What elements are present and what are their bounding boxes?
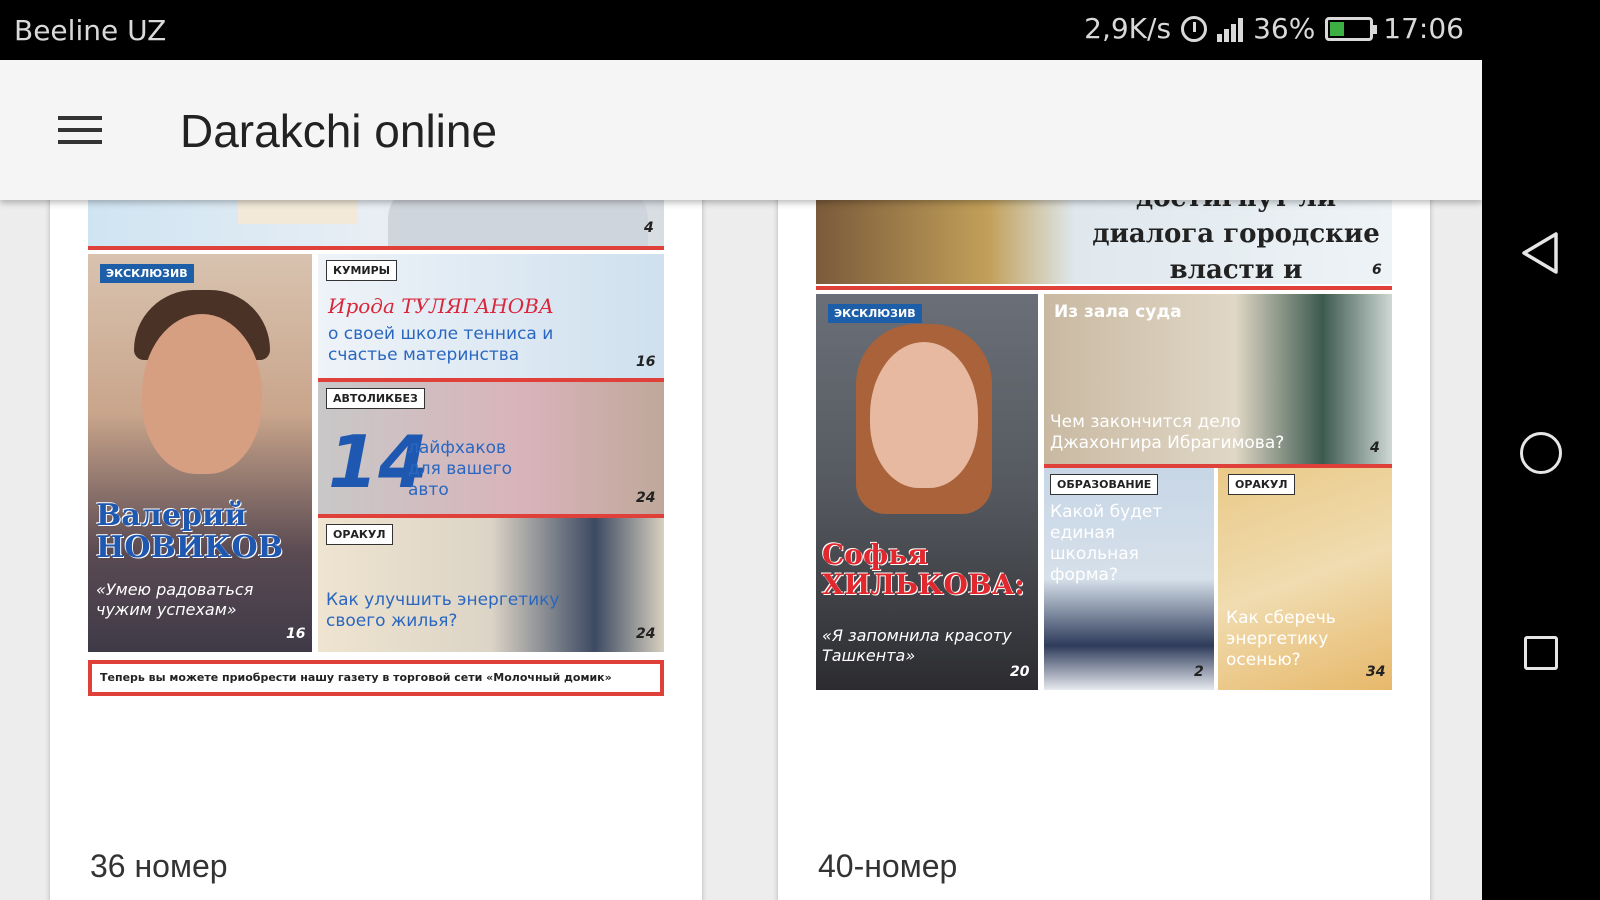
section-tag: ОРАКУЛ — [326, 524, 393, 545]
issue-cover-image[interactable]: достигнут ли диалога городские власти и … — [816, 180, 1392, 760]
page-number: 24 — [636, 626, 656, 642]
exclusive-tag: ЭКСКЛЮЗИВ — [100, 264, 194, 283]
section-tag: АВТОЛИКБЕЗ — [326, 388, 425, 409]
cover-panel-idols: КУМИРЫ Ирода ТУЛЯГАНОВА о своей школе те… — [318, 254, 664, 378]
panel-headline: Ирода ТУЛЯГАНОВА — [328, 294, 554, 318]
status-icons: 2,9K/s 36% 17:06 — [1084, 12, 1464, 45]
panel-text: Чем закончится дело Джахонгира Ибрагимов… — [1050, 412, 1285, 453]
page-number: 4 — [1370, 440, 1380, 456]
cover-panel-oracle: ОРАКУЛ Как улучшить энергетику своего жи… — [318, 518, 664, 652]
issue-title: 36 номер — [90, 848, 228, 884]
app-screen: Darakchi online 4 ЭКСКЛЮЗИВ Валерий НОВИ… — [0, 60, 1482, 900]
cover-panel-court: Из зала суда Чем закончится дело Джахонг… — [1044, 294, 1392, 464]
panel-text: о своей школе тенниса и счастье материнс… — [328, 324, 554, 365]
page-number: 6 — [1372, 262, 1382, 278]
carrier-name: Beeline UZ — [14, 14, 167, 47]
page-number: 20 — [1010, 664, 1030, 680]
battery-percent: 36% — [1253, 12, 1316, 45]
panel-text: Как сберечь энергетику осенью? — [1226, 608, 1336, 670]
page-number: 24 — [636, 490, 656, 506]
app-toolbar: Darakchi online — [0, 60, 1482, 200]
issue-card[interactable]: 4 ЭКСКЛЮЗИВ Валерий НОВИКОВ «Умею радова… — [50, 180, 702, 900]
page-number: 16 — [286, 626, 306, 642]
page-number: 4 — [644, 220, 654, 236]
recent-apps-square-icon[interactable] — [1516, 628, 1566, 678]
cover-portrait: ЭКСКЛЮЗИВ Валерий НОВИКОВ «Умею радовать… — [88, 254, 312, 652]
back-triangle-icon[interactable] — [1516, 228, 1566, 278]
cover-portrait: ЭКСКЛЮЗИВ Софья ХИЛЬКОВА: «Я запомнила к… — [816, 294, 1038, 690]
page-number: 34 — [1366, 664, 1386, 680]
battery-icon — [1325, 16, 1378, 41]
alarm-icon — [1181, 15, 1208, 42]
section-tag: Из зала суда — [1054, 302, 1182, 322]
section-tag: КУМИРЫ — [326, 260, 398, 281]
cover-panel-education: ОБРАЗОВАНИЕ Какой будет единая школьная … — [1044, 468, 1214, 690]
cover-panel-auto: АВТОЛИКБЕЗ 14 лайфхаков для вашего авто … — [318, 382, 664, 514]
issue-cover-image[interactable]: 4 ЭКСКЛЮЗИВ Валерий НОВИКОВ «Умею радова… — [88, 180, 664, 760]
section-tag: ОРАКУЛ — [1228, 474, 1295, 495]
issue-card[interactable]: достигнут ли диалога городские власти и … — [778, 180, 1430, 900]
app-title: Darakchi online — [180, 105, 498, 157]
issue-title: 40-номер — [818, 848, 958, 884]
hamburger-menu-icon[interactable] — [56, 112, 104, 148]
cover-banner: Теперь вы можете приобрести нашу газету … — [88, 660, 664, 696]
cover-quote: «Умею радоваться чужим успехам» — [96, 580, 254, 619]
battery-level — [1330, 21, 1345, 36]
page-number: 2 — [1194, 664, 1204, 680]
status-bar: Beeline UZ 2,9K/s 36% 17:06 — [0, 0, 1600, 60]
clock: 17:06 — [1383, 12, 1464, 45]
page-number: 16 — [636, 354, 656, 370]
cover-person-name: Валерий НОВИКОВ — [96, 498, 283, 565]
network-speed: 2,9K/s — [1084, 12, 1172, 45]
system-nav-bar — [1482, 60, 1600, 900]
panel-text: лайфхаков для вашего авто — [408, 438, 513, 500]
cover-panel-oracle: ОРАКУЛ Как сберечь энергетику осенью? 34 — [1218, 468, 1392, 690]
cover-quote: «Я запомнила красоту Ташкента» — [822, 626, 1012, 665]
section-tag: ОБРАЗОВАНИЕ — [1050, 474, 1159, 495]
panel-text: Как улучшить энергетику своего жилья? — [326, 590, 560, 631]
panel-text: Какой будет единая школьная форма? — [1050, 502, 1163, 585]
signal-icon — [1217, 16, 1244, 42]
home-circle-icon[interactable] — [1516, 428, 1566, 478]
cover-person-name: Софья ХИЛЬКОВА: — [822, 538, 1025, 601]
exclusive-tag: ЭКСКЛЮЗИВ — [828, 304, 922, 323]
